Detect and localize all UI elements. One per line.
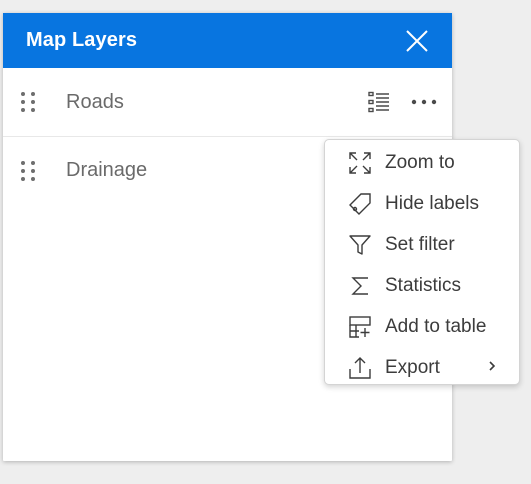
more-dots-icon — [411, 99, 437, 105]
menu-item-label: Export — [385, 356, 440, 378]
menu-item-label: Add to table — [385, 315, 487, 337]
menu-item-label: Hide labels — [385, 192, 479, 214]
layer-item-roads[interactable]: Roads — [3, 68, 452, 137]
legend-list-icon — [368, 91, 389, 113]
layer-options-menu: Zoom to Hide labels Set filter Statistic — [324, 139, 520, 385]
drag-handle-icon[interactable] — [21, 91, 37, 113]
menu-item-set-filter[interactable]: Set filter — [325, 224, 519, 265]
legend-button[interactable] — [367, 90, 391, 114]
tag-icon — [347, 191, 373, 217]
menu-item-add-to-table[interactable]: Add to table — [325, 306, 519, 347]
layer-label: Roads — [66, 90, 124, 113]
menu-item-label: Set filter — [385, 233, 455, 255]
panel-header: Map Layers — [3, 13, 452, 68]
close-icon — [406, 29, 428, 52]
more-options-button[interactable] — [411, 98, 437, 106]
menu-item-statistics[interactable]: Statistics — [325, 265, 519, 306]
layer-actions — [367, 90, 437, 114]
zoom-to-icon — [347, 150, 373, 176]
export-icon — [347, 355, 373, 381]
menu-item-hide-labels[interactable]: Hide labels — [325, 183, 519, 224]
add-table-icon — [347, 314, 373, 340]
layer-label: Drainage — [66, 159, 148, 181]
close-button[interactable] — [404, 28, 430, 54]
menu-item-zoom-to[interactable]: Zoom to — [325, 142, 519, 183]
menu-item-label: Zoom to — [385, 151, 455, 173]
chevron-right-icon — [487, 359, 497, 377]
panel-title: Map Layers — [26, 29, 138, 51]
menu-item-label: Statistics — [385, 274, 462, 296]
filter-icon — [347, 232, 373, 258]
drag-handle-icon[interactable] — [21, 160, 37, 182]
menu-item-export[interactable]: Export — [325, 347, 519, 388]
sigma-icon — [347, 273, 373, 299]
